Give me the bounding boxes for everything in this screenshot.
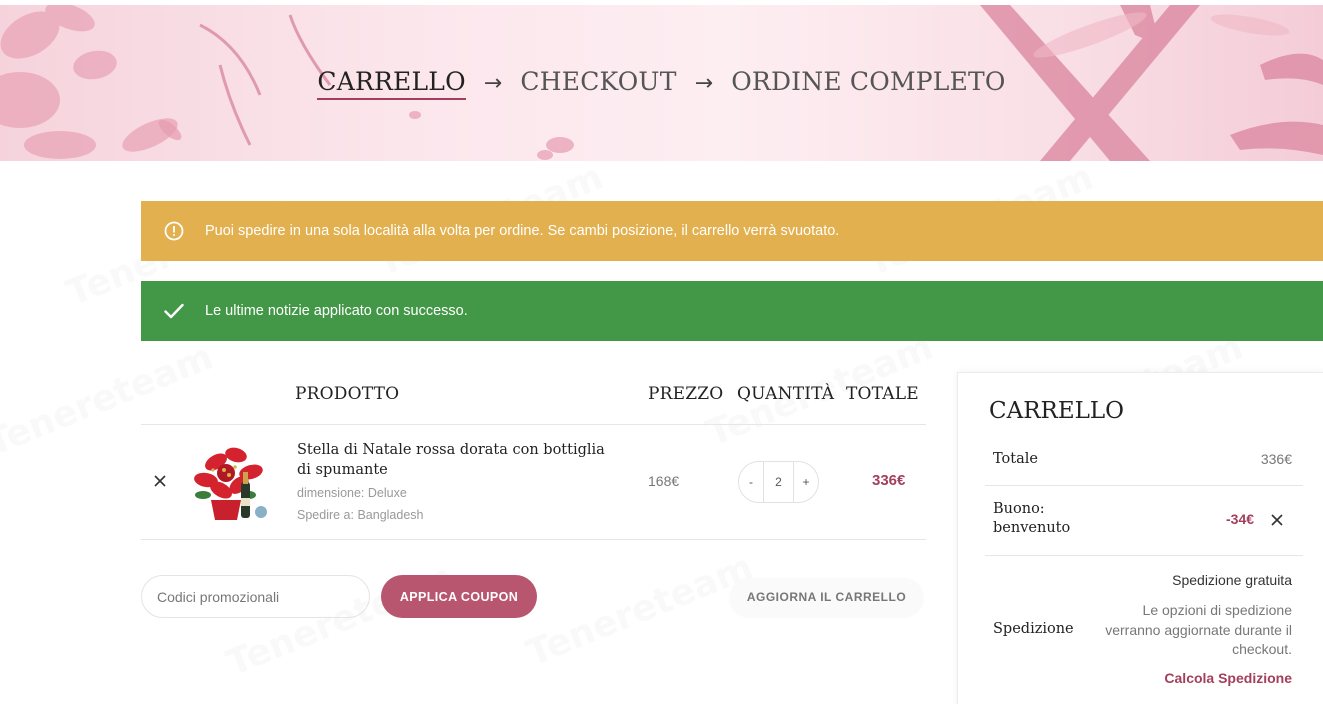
success-notice: Le ultime notizie applicato con successo… [141, 281, 1323, 341]
coupon-code-input[interactable]: Codici promozionali [141, 575, 370, 618]
checkout-steps: CARRELLO → CHECKOUT → ORDINE COMPLETO [0, 67, 1323, 100]
product-image[interactable] [191, 440, 276, 525]
checkmark-icon [164, 301, 184, 321]
cart-totals-title: CARRELLO [989, 398, 1125, 424]
success-text: Le ultime notizie applicato con successo… [205, 303, 468, 319]
line-total: 336€ [872, 472, 906, 489]
shipping-free-text: Spedizione gratuita [1172, 572, 1292, 588]
subtotal-label: Totale [993, 451, 1038, 467]
calculate-shipping-link[interactable]: Calcola Spedizione [1164, 670, 1292, 686]
watermark: Tenereteam [0, 336, 219, 465]
remove-item-icon[interactable] [151, 472, 169, 490]
quantity-decrease-button[interactable]: - [739, 475, 763, 489]
header-quantity: QUANTITÀ [737, 384, 835, 404]
quantity-input[interactable]: 2 [763, 462, 794, 502]
info-circle-icon [164, 221, 184, 241]
product-name[interactable]: Stella di Natale rossa dorata con bottig… [297, 440, 617, 480]
coupon-discount-value: -34€ [1226, 511, 1255, 527]
apply-coupon-button[interactable]: APPLICA COUPON [381, 575, 537, 618]
warning-text: Puoi spedire in una sola località alla v… [205, 223, 840, 239]
quantity-increase-button[interactable]: + [794, 475, 818, 489]
product-size: dimensione: Deluxe [297, 486, 407, 500]
shipping-note: Le opzioni di spedizione verranno aggior… [1105, 602, 1292, 657]
quantity-stepper: - 2 + [738, 461, 819, 503]
warning-notice: Puoi spedire in una sola località alla v… [141, 201, 1323, 261]
step-cart[interactable]: CARRELLO [317, 67, 466, 100]
step-checkout[interactable]: CHECKOUT [520, 67, 676, 96]
divider [141, 539, 926, 540]
subtotal-value: 336€ [1260, 451, 1292, 467]
shipping-label: Spedizione [993, 621, 1074, 637]
divider [985, 485, 1303, 486]
coupon-label-name: benvenuto [993, 520, 1071, 536]
header-total: TOTALE [846, 384, 919, 404]
step-order-complete: ORDINE COMPLETO [731, 67, 1006, 96]
product-ship-to: Spedire a: Bangladesh [297, 508, 424, 522]
product-price: 168€ [648, 473, 680, 489]
divider [985, 555, 1303, 556]
watermark: Tenereteam [521, 546, 759, 675]
header-product: PRODOTTO [295, 384, 400, 404]
header-price: PREZZO [648, 384, 724, 404]
update-cart-button[interactable]: AGGIORNA IL CARRELLO [730, 578, 923, 616]
divider [141, 424, 926, 425]
coupon-label-prefix: Buono: [993, 501, 1045, 517]
hero-banner: CARRELLO → CHECKOUT → ORDINE COMPLETO [0, 5, 1323, 161]
arrow-icon: → [694, 71, 714, 96]
arrow-icon: → [483, 71, 503, 96]
remove-coupon-icon[interactable] [1269, 512, 1285, 528]
